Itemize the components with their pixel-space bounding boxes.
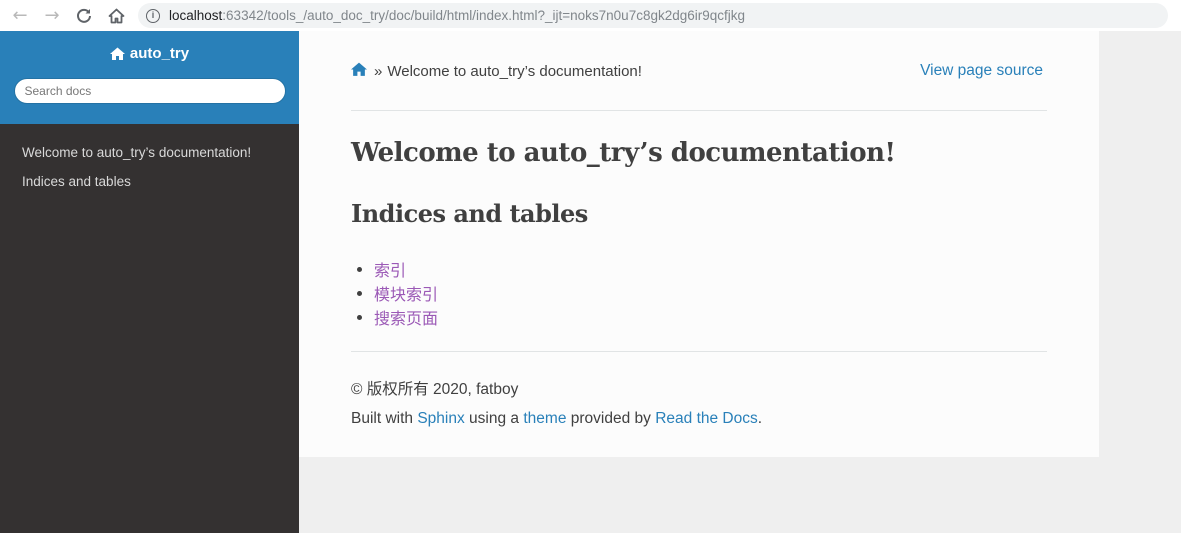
url-path: :63342/tools_/auto_doc_try/doc/build/htm… (222, 8, 746, 23)
sidebar-toc: Welcome to auto_try’s documentation! Ind… (0, 124, 299, 196)
sidebar-item-welcome[interactable]: Welcome to auto_try’s documentation! (0, 138, 299, 167)
back-arrow-icon[interactable]: ← (8, 4, 32, 28)
bullet-icon (357, 290, 362, 296)
period-text: . (757, 410, 763, 427)
using-a-text: using a (464, 410, 524, 427)
project-home-link[interactable]: auto_try (109, 45, 190, 62)
bullet-icon (357, 266, 362, 272)
genindex-link[interactable]: 索引 (374, 257, 406, 281)
main-content: » Welcome to auto_try’s documentation! V… (299, 31, 1099, 457)
list-item: 索引 (357, 257, 438, 281)
page-title: Welcome to auto_try’s documentation! (351, 138, 896, 168)
forward-arrow-icon[interactable]: → (40, 4, 64, 28)
list-item: 模块索引 (357, 281, 438, 305)
info-icon[interactable]: i (146, 8, 160, 23)
project-name: auto_try (129, 45, 190, 62)
read-the-docs-link[interactable]: Read the Docs (655, 410, 758, 427)
sphinx-link[interactable]: Sphinx (417, 410, 464, 427)
search-page-link[interactable]: 搜索页面 (374, 305, 438, 329)
sidebar: auto_try Welcome to auto_try’s documenta… (0, 31, 299, 533)
reload-icon[interactable] (72, 4, 96, 28)
breadcrumb-current: Welcome to auto_try’s documentation! (387, 62, 642, 80)
index-list: 索引 模块索引 搜索页面 (357, 257, 438, 329)
address-bar[interactable]: i localhost:63342/tools_/auto_doc_try/do… (138, 3, 1168, 28)
home-icon[interactable] (104, 4, 128, 28)
search-input[interactable] (13, 78, 286, 104)
modindex-link[interactable]: 模块索引 (374, 281, 438, 305)
footer-divider (351, 351, 1047, 352)
breadcrumb-home-icon[interactable] (351, 62, 367, 80)
copyright: © 版权所有 2020, fatboy (351, 381, 519, 398)
view-source-link[interactable]: View page source (920, 62, 1043, 80)
provided-by-text: provided by (566, 410, 656, 427)
breadcrumb: » Welcome to auto_try’s documentation! V… (351, 61, 1047, 81)
theme-link[interactable]: theme (523, 410, 566, 427)
breadcrumb-separator: » (374, 62, 383, 80)
built-with: Built with Sphinx using a theme provided… (351, 410, 762, 428)
section-title: Indices and tables (351, 199, 588, 228)
header-divider (351, 110, 1047, 111)
sidebar-header: auto_try (0, 31, 299, 124)
built-prefix: Built with (351, 410, 418, 427)
sidebar-item-indices[interactable]: Indices and tables (0, 167, 299, 196)
url-host: localhost (169, 8, 223, 23)
home-icon (109, 47, 125, 60)
list-item: 搜索页面 (357, 305, 438, 329)
browser-toolbar: ← → i localhost:63342/tools_/auto_doc_tr… (0, 0, 1181, 31)
bullet-icon (357, 314, 362, 320)
